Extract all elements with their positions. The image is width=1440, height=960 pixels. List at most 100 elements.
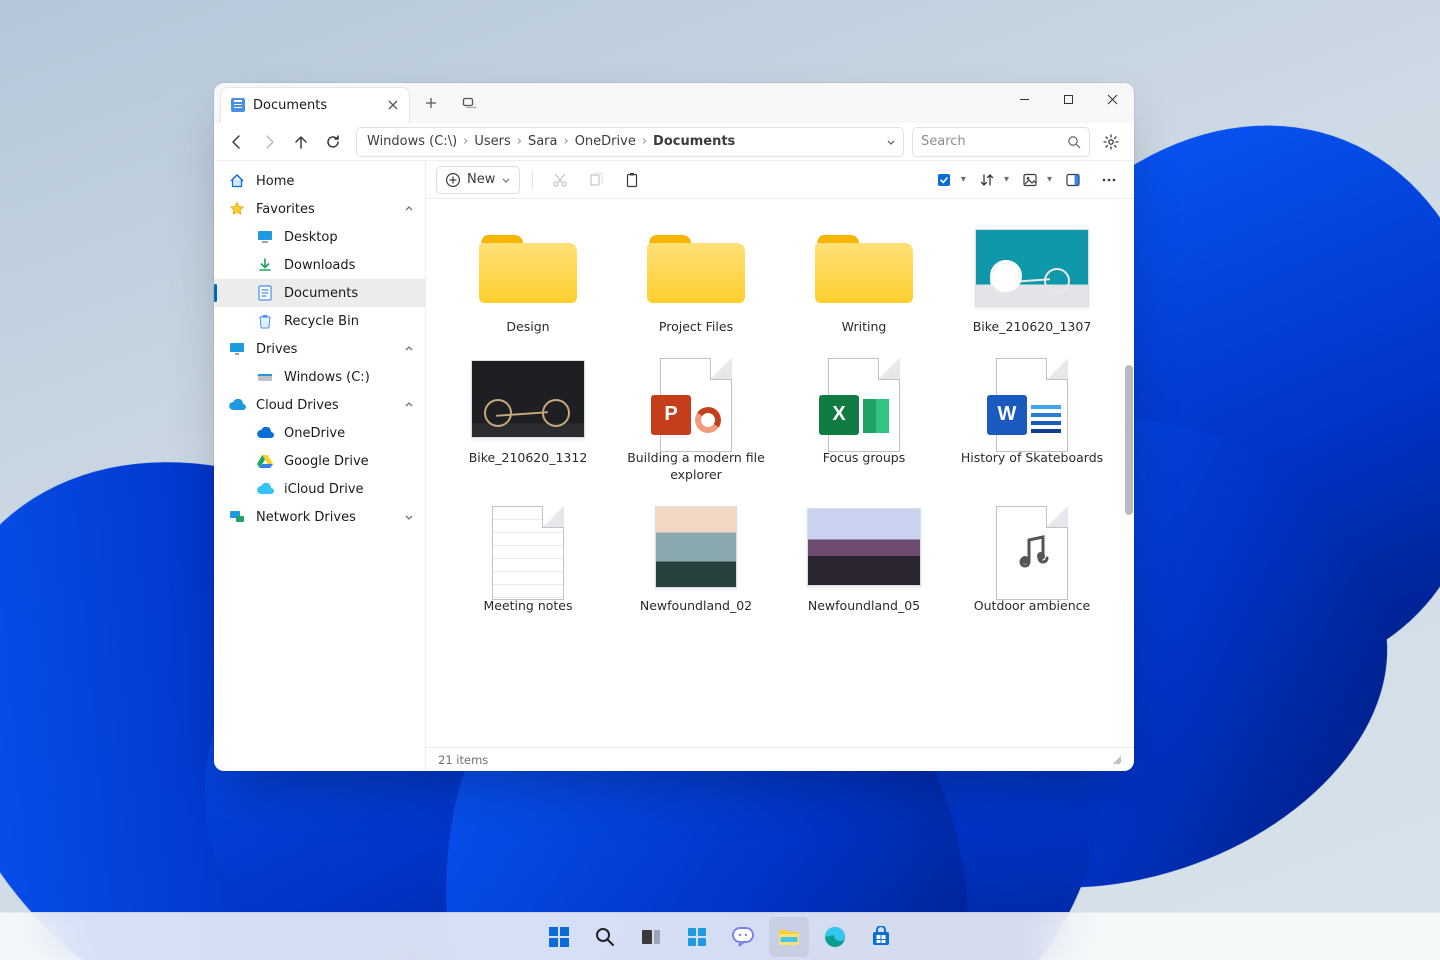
item-label: Design xyxy=(506,319,549,336)
up-button[interactable] xyxy=(286,127,316,157)
scrollbar-thumb[interactable] xyxy=(1125,365,1133,515)
new-tab-button[interactable] xyxy=(414,86,448,120)
sort-dropdown[interactable]: ▾ xyxy=(972,165,1009,195)
search-input[interactable]: Search xyxy=(912,127,1090,157)
sidebar-item-label: Windows (C:) xyxy=(284,370,370,385)
breadcrumb-item-current[interactable]: Documents xyxy=(653,134,735,149)
folder-item[interactable]: Design xyxy=(447,227,609,336)
back-button[interactable] xyxy=(222,127,252,157)
image-item[interactable]: Bike_210620_1312 xyxy=(447,358,609,484)
taskbar-store[interactable] xyxy=(861,917,901,957)
sidebar-item-label: Drives xyxy=(256,342,297,357)
sidebar-item-google-drive[interactable]: Google Drive xyxy=(214,447,425,475)
image-item[interactable]: Bike_210620_1307 xyxy=(951,227,1113,336)
more-button[interactable] xyxy=(1094,165,1124,195)
new-button[interactable]: New xyxy=(436,166,520,194)
details-pane-button[interactable] xyxy=(1058,165,1088,195)
cloud-icon xyxy=(228,396,246,414)
sidebar-item-windows-c[interactable]: Windows (C:) xyxy=(214,363,425,391)
taskbar-edge[interactable] xyxy=(815,917,855,957)
breadcrumb-item[interactable]: Windows (C:\) xyxy=(367,134,457,149)
folder-item[interactable]: Writing xyxy=(783,227,945,336)
sidebar-item-label: Recycle Bin xyxy=(284,314,359,329)
item-label: Newfoundland_02 xyxy=(640,598,752,615)
item-label: Outdoor ambience xyxy=(974,598,1090,615)
file-grid[interactable]: Design Project Files Writing Bike_210620… xyxy=(426,199,1134,747)
file-item[interactable]: WHistory of Skateboards xyxy=(951,358,1113,484)
sidebar-section-favorites[interactable]: Favorites xyxy=(214,195,425,223)
chat-button[interactable] xyxy=(723,917,763,957)
file-item[interactable]: XFocus groups xyxy=(783,358,945,484)
file-explorer-window: Documents Windows (C:\)› Users› Sara› On… xyxy=(214,83,1134,771)
task-view-button[interactable] xyxy=(631,917,671,957)
music-note-icon xyxy=(1013,530,1051,568)
refresh-button[interactable] xyxy=(318,127,348,157)
tab-title: Documents xyxy=(253,98,327,113)
item-label: Newfoundland_05 xyxy=(808,598,920,615)
view-dropdown[interactable]: ▾ xyxy=(1015,165,1052,195)
sidebar-item-label: Downloads xyxy=(284,258,355,273)
document-icon xyxy=(231,98,245,112)
sidebar-section-drives[interactable]: Drives xyxy=(214,335,425,363)
breadcrumb-item[interactable]: Users xyxy=(474,134,510,149)
folder-item[interactable]: Project Files xyxy=(615,227,777,336)
image-item[interactable]: Newfoundland_05 xyxy=(783,506,945,615)
gear-icon xyxy=(1102,133,1120,151)
paste-button[interactable] xyxy=(617,165,647,195)
cut-button[interactable] xyxy=(545,165,575,195)
chevron-up-icon xyxy=(403,203,415,215)
sidebar-item-onedrive[interactable]: OneDrive xyxy=(214,419,425,447)
sidebar-item-label: Cloud Drives xyxy=(256,398,339,413)
taskbar xyxy=(0,912,1440,960)
chevron-down-icon xyxy=(403,511,415,523)
sidebar-item-downloads[interactable]: Downloads xyxy=(214,251,425,279)
monitor-icon xyxy=(228,340,246,358)
copy-button[interactable] xyxy=(581,165,611,195)
sidebar-item-desktop[interactable]: Desktop xyxy=(214,223,425,251)
settings-button[interactable] xyxy=(1096,127,1126,157)
sidebar-item-recycle-bin[interactable]: Recycle Bin xyxy=(214,307,425,335)
image-item[interactable]: Newfoundland_02 xyxy=(615,506,777,615)
taskbar-search-button[interactable] xyxy=(585,917,625,957)
sidebar-item-label: iCloud Drive xyxy=(284,482,364,497)
taskbar-file-explorer[interactable] xyxy=(769,917,809,957)
resize-grip-icon[interactable] xyxy=(1112,755,1122,765)
forward-button[interactable] xyxy=(254,127,284,157)
chevron-up-icon xyxy=(403,343,415,355)
file-item[interactable]: PBuilding a modern file explorer xyxy=(615,358,777,484)
close-button[interactable] xyxy=(1090,83,1134,115)
start-button[interactable] xyxy=(539,917,579,957)
item-label: Writing xyxy=(842,319,887,336)
chevron-down-icon xyxy=(501,175,511,185)
sidebar-item-documents[interactable]: Documents xyxy=(214,279,425,307)
maximize-button[interactable] xyxy=(1046,83,1090,115)
breadcrumb-item[interactable]: Sara xyxy=(528,134,558,149)
minimize-button[interactable] xyxy=(1002,83,1046,115)
sidebar-item-icloud[interactable]: iCloud Drive xyxy=(214,475,425,503)
item-label: Bike_210620_1312 xyxy=(469,450,588,467)
status-bar: 21 items xyxy=(426,747,1134,771)
breadcrumb-item[interactable]: OneDrive xyxy=(575,134,636,149)
sidebar-item-label: Favorites xyxy=(256,202,315,217)
sidebar-section-cloud[interactable]: Cloud Drives xyxy=(214,391,425,419)
nav-row: Windows (C:\)› Users› Sara› OneDrive› Do… xyxy=(214,123,1134,161)
breadcrumb-dropdown-icon[interactable] xyxy=(885,136,897,148)
sidebar-item-home[interactable]: Home xyxy=(214,167,425,195)
tab-overview-button[interactable] xyxy=(452,86,486,120)
breadcrumb[interactable]: Windows (C:\)› Users› Sara› OneDrive› Do… xyxy=(356,127,904,157)
star-icon xyxy=(228,200,246,218)
select-dropdown[interactable]: ▾ xyxy=(929,165,966,195)
tab-close-button[interactable] xyxy=(385,97,401,113)
sidebar-item-label: Google Drive xyxy=(284,454,369,469)
sidebar-item-label: Network Drives xyxy=(256,510,356,525)
icloud-icon xyxy=(256,480,274,498)
desktop-icon xyxy=(256,228,274,246)
google-drive-icon xyxy=(256,452,274,470)
file-item[interactable]: Meeting notes xyxy=(447,506,609,615)
widgets-button[interactable] xyxy=(677,917,717,957)
tab-documents[interactable]: Documents xyxy=(220,87,410,123)
image-icon xyxy=(1022,172,1038,188)
sidebar-section-network[interactable]: Network Drives xyxy=(214,503,425,531)
item-label: Project Files xyxy=(659,319,733,336)
file-item[interactable]: Outdoor ambience xyxy=(951,506,1113,615)
